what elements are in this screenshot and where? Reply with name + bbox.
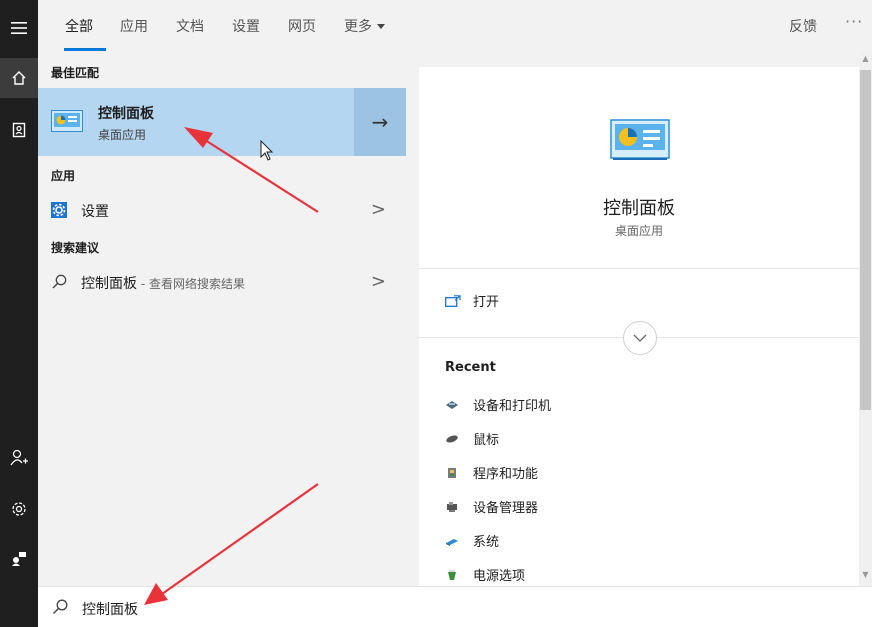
search-icon <box>52 599 68 619</box>
open-action-label: 打开 <box>473 295 500 310</box>
power-options-icon <box>448 569 456 580</box>
tab-more-label: 更多 <box>344 19 372 35</box>
mouse-icon <box>446 435 458 442</box>
active-tab-indicator <box>64 48 106 51</box>
feedback-person-icon <box>12 552 26 566</box>
detail-pane: 控制面板 桌面应用 打开 Recent 设备和打印机 鼠标 程序和功能 设备管理… <box>419 67 859 586</box>
recent-item[interactable]: 程序和功能 <box>445 463 538 482</box>
settings-app-icon <box>51 202 67 222</box>
detail-scrollbar[interactable]: ▲ ▼ <box>859 52 872 586</box>
scope-tabs: 全部 应用 文档 设置 网页 更多 反馈 ··· <box>38 0 872 52</box>
web-suggestion-sub: - 查看网络搜索结果 <box>137 277 245 291</box>
account-add-icon <box>10 449 28 466</box>
detail-app-kind: 桌面应用 <box>614 224 663 238</box>
open-details-button[interactable]: → <box>354 88 406 156</box>
apps-heading: 应用 <box>51 169 76 183</box>
device-manager-icon <box>447 501 457 512</box>
programs-icon <box>448 467 456 478</box>
scroll-thumb[interactable] <box>860 70 871 410</box>
printer-icon <box>446 400 458 409</box>
hamburger-menu-button[interactable] <box>0 8 38 48</box>
best-match-kind: 桌面应用 <box>98 128 147 142</box>
recent-item[interactable]: 设备管理器 <box>445 497 538 516</box>
gear-icon <box>12 502 26 516</box>
web-suggestion-main: 控制面板 <box>81 276 137 292</box>
best-match-heading: 最佳匹配 <box>51 66 100 80</box>
recent-heading: Recent <box>445 360 496 375</box>
system-icon <box>446 538 458 546</box>
recent-item[interactable]: 系统 <box>445 531 499 550</box>
scroll-down-icon[interactable]: ▼ <box>859 570 872 584</box>
left-rail <box>0 0 38 627</box>
web-suggestion-label: 控制面板 - 查看网络搜索结果 <box>81 273 245 293</box>
search-suggestions-heading: 搜索建议 <box>51 241 100 255</box>
recent-item-label: 设备和打印机 <box>473 399 552 414</box>
feedback-button[interactable] <box>0 538 38 578</box>
open-window-icon <box>445 294 461 307</box>
home-button[interactable] <box>0 58 38 98</box>
tab-more[interactable]: 更多 <box>344 16 385 36</box>
web-suggestion-item[interactable]: 控制面板 - 查看网络搜索结果 > <box>38 265 406 299</box>
control-panel-large-icon <box>610 119 670 165</box>
recent-item[interactable]: 鼠标 <box>445 429 499 448</box>
search-query-text[interactable]: 控制面板 <box>82 599 138 619</box>
recent-item-label: 电源选项 <box>473 569 526 584</box>
tab-settings[interactable]: 设置 <box>232 16 260 36</box>
recent-item-label: 鼠标 <box>473 433 500 448</box>
more-options-button[interactable]: ··· <box>845 12 863 31</box>
tab-web[interactable]: 网页 <box>288 16 316 36</box>
recent-item-label: 程序和功能 <box>473 467 539 482</box>
settings-result-label: 设置 <box>81 204 109 220</box>
chevron-right-icon: > <box>370 199 386 220</box>
chevron-right-icon: > <box>370 271 386 292</box>
feedback-link[interactable]: 反馈 <box>789 16 817 36</box>
home-icon <box>12 71 26 85</box>
notebook-icon <box>12 122 26 138</box>
detail-app-name: 控制面板 <box>603 198 675 219</box>
recent-item-label: 系统 <box>473 535 500 550</box>
open-action[interactable]: 打开 <box>445 291 499 310</box>
tab-all[interactable]: 全部 <box>65 16 93 36</box>
settings-result-item[interactable]: 设置 > <box>38 193 406 227</box>
windows-search-panel: 全部 应用 文档 设置 网页 更多 反馈 ··· 最佳匹配 控制面板 桌面应用 … <box>0 0 872 627</box>
tab-documents[interactable]: 文档 <box>176 16 204 36</box>
recent-item[interactable]: 电源选项 <box>445 565 525 584</box>
divider <box>419 268 859 269</box>
control-panel-icon <box>51 110 83 136</box>
arrow-right-icon: → <box>371 110 389 134</box>
recent-item-label: 设备管理器 <box>473 501 539 516</box>
search-box[interactable]: 控制面板 <box>38 586 872 627</box>
notebook-button[interactable] <box>0 110 38 150</box>
mouse-cursor-icon <box>260 140 274 161</box>
settings-button[interactable] <box>0 489 38 529</box>
account-button[interactable] <box>0 438 38 478</box>
expand-actions-button[interactable] <box>623 321 657 355</box>
best-match-name: 控制面板 <box>98 106 154 122</box>
chevron-down-icon <box>633 334 647 342</box>
tab-apps[interactable]: 应用 <box>120 16 148 36</box>
best-match-item[interactable]: 控制面板 桌面应用 → <box>38 88 406 156</box>
results-pane: 最佳匹配 控制面板 桌面应用 → 应用 设置 > 搜索建议 控制面板 - 查看网… <box>38 52 406 586</box>
caret-down-icon <box>377 24 385 29</box>
hamburger-icon <box>11 22 27 34</box>
scroll-up-icon[interactable]: ▲ <box>859 54 872 68</box>
search-icon <box>52 274 67 293</box>
recent-item[interactable]: 设备和打印机 <box>445 395 551 414</box>
